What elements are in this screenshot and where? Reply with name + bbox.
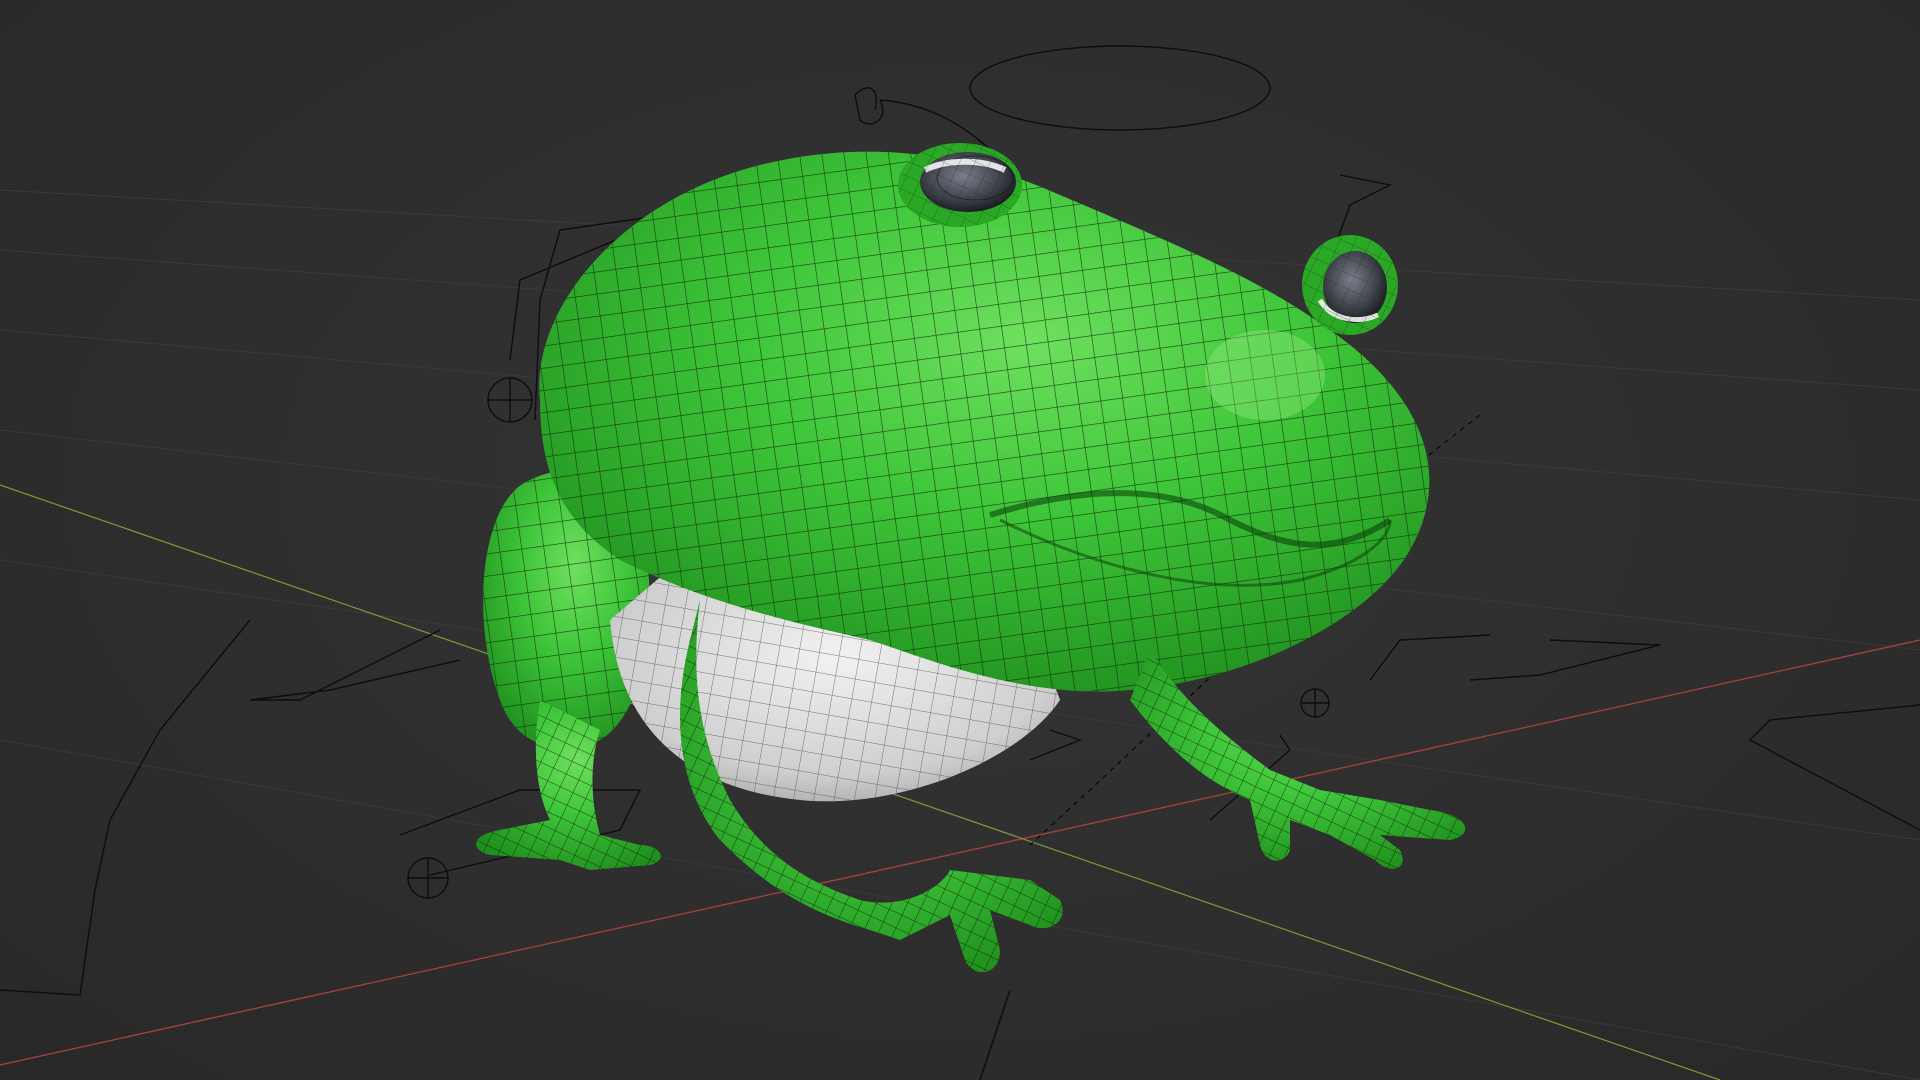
viewport-canvas[interactable]	[0, 0, 1920, 1080]
left-eye[interactable]	[898, 143, 1022, 227]
frog-model[interactable]	[476, 143, 1466, 973]
left-foot-control[interactable]	[249, 629, 461, 701]
right-foot-control[interactable]	[1469, 639, 1661, 681]
head-control-ring[interactable]	[969, 45, 1271, 131]
3d-viewport[interactable]	[0, 0, 1920, 1080]
right-eye[interactable]	[1302, 235, 1398, 335]
body-control-outline[interactable]	[854, 87, 884, 125]
snout-highlight	[1205, 330, 1325, 420]
